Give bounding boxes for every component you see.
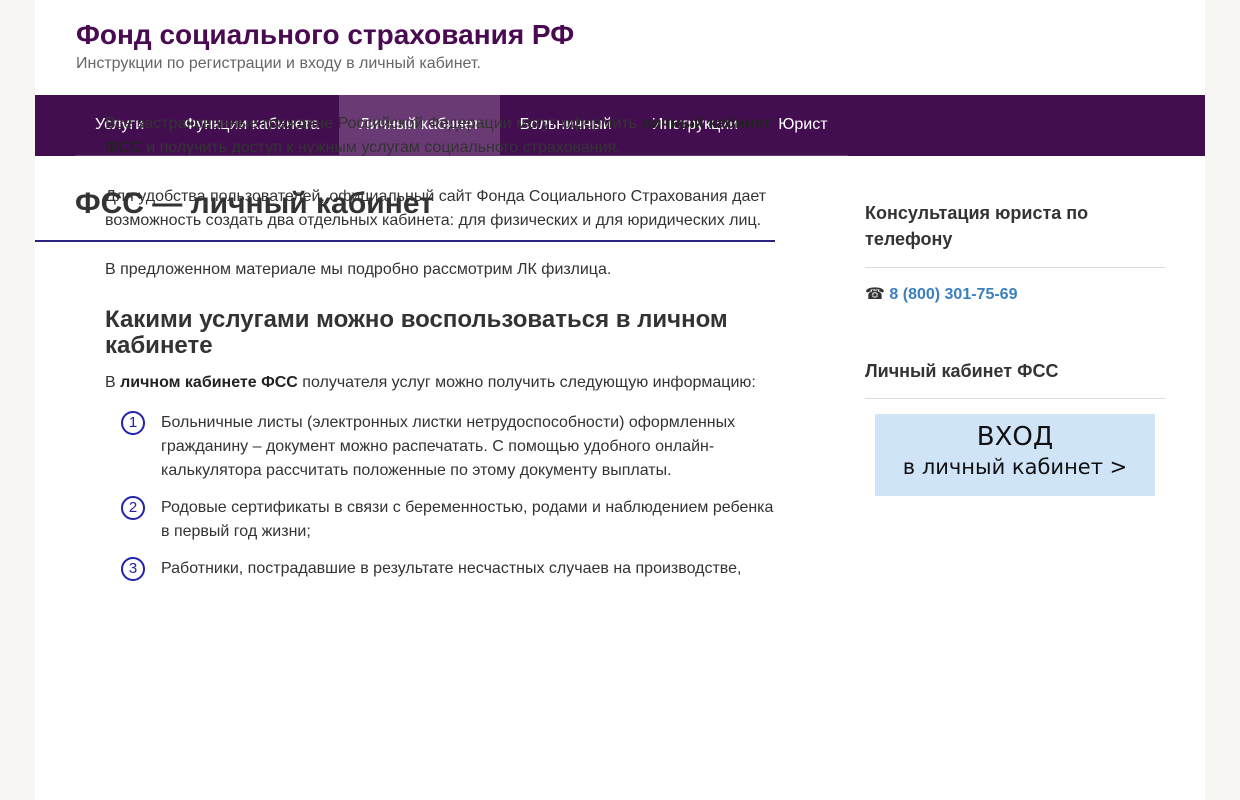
list-item: 3 Работники, пострадавшие в результате н… [105,557,775,581]
paragraph: В предложенном материале мы подробно рас… [105,261,612,278]
bold-text: личном кабинете ФСС [120,374,298,391]
sidebar: Консультация юриста по телефону ☎ 8 (800… [865,200,1165,496]
consult-widget: Консультация юриста по телефону ☎ 8 (800… [865,200,1165,306]
text-span: получателя услуг можно получить следующу… [297,374,756,391]
phone-line: ☎ 8 (800) 301-75-69 [865,284,1165,306]
cabinet-widget-title: Личный кабинет ФСС [865,358,1165,399]
consult-widget-title: Консультация юриста по телефону [865,200,1165,268]
article-body: Все застрахованные граждане Российской Ф… [105,112,775,594]
page-container: Фонд социального страхования РФ Инструкц… [35,0,1205,800]
intro-paragraph: Все застрахованные граждане Российской Ф… [105,112,775,160]
list-item: 1 Больничные листы (электронных листки н… [105,411,775,483]
paragraph: Для удобства пользователей, официальный … [105,188,767,229]
banner-subtitle: в личный кабинет > [902,455,1128,479]
site-description: Инструкции по регистрации и входу в личн… [76,55,481,72]
list-item-text: Работники, пострадавшие в результате нес… [161,560,742,577]
phone-icon: ☎ [865,286,885,303]
text-span: и получить доступ к нужным услугам социа… [141,139,621,156]
banner-title: ВХОД [976,422,1054,452]
list-number-badge: 3 [121,557,145,581]
list-item: 2 Родовые сертификаты в связи с беременн… [105,496,775,544]
phone-link[interactable]: 8 (800) 301-75-69 [889,286,1017,303]
list-number-badge: 1 [121,411,145,435]
list-number-badge: 2 [121,496,145,520]
site-header: Фонд социального страхования РФ Инструкц… [76,18,574,74]
text-span: В [105,374,121,391]
login-banner-button[interactable]: ВХОД в личный кабинет > [875,414,1155,496]
text-span: Все застрахованные граждане Российской Ф… [105,115,642,132]
list-item-text: Родовые сертификаты в связи с беременнос… [161,499,774,540]
section-intro: В личном кабинете ФСС получателя услуг м… [105,371,775,395]
cabinet-widget: Личный кабинет ФСС ВХОД в личный кабинет… [865,358,1165,496]
list-item-text: Больничные листы (электронных листки нет… [161,414,736,479]
section-heading: Какими услугами можно воспользоваться в … [105,306,728,359]
services-list: 1 Больничные листы (электронных листки н… [105,411,775,581]
site-title[interactable]: Фонд социального страхования РФ [76,18,574,52]
